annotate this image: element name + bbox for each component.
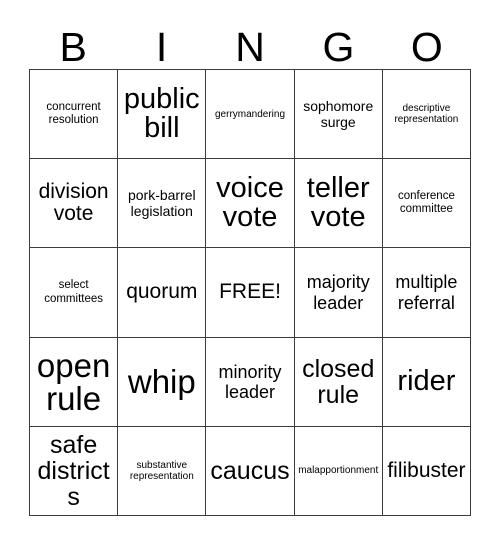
- bingo-cell-free[interactable]: FREE!: [206, 248, 295, 338]
- bingo-cell-label: majority leader: [306, 272, 370, 313]
- bingo-cell[interactable]: sophomore surge: [294, 70, 383, 160]
- bingo-cell[interactable]: open rule: [30, 337, 119, 427]
- bingo-cell[interactable]: minority leader: [206, 337, 295, 427]
- bingo-cell[interactable]: malapportionment: [294, 426, 383, 517]
- bingo-cell[interactable]: conference committee: [382, 159, 472, 249]
- bingo-cell-label: voice vote: [216, 171, 284, 234]
- bingo-cell[interactable]: majority leader: [294, 248, 383, 338]
- bingo-cell-label: malapportionment: [298, 465, 379, 477]
- bingo-cell[interactable]: gerrymandering: [206, 70, 295, 160]
- bingo-cell[interactable]: voice vote: [206, 159, 295, 249]
- bingo-cell[interactable]: select committees: [30, 248, 119, 338]
- bingo-cell[interactable]: teller vote: [294, 159, 383, 249]
- bingo-header: B I N G O: [29, 22, 471, 69]
- bingo-cell-label: whip: [127, 363, 196, 401]
- bingo-cell[interactable]: rider: [382, 337, 472, 427]
- bingo-cell-label: conference committee: [397, 190, 455, 216]
- bingo-cell[interactable]: closed rule: [294, 337, 383, 427]
- bingo-cell-label: safe districts: [37, 430, 110, 511]
- bingo-cell-label: FREE!: [219, 280, 281, 304]
- bingo-cell-label: caucus: [210, 456, 290, 485]
- bingo-cell[interactable]: public bill: [118, 70, 207, 160]
- bingo-cell[interactable]: descriptive representation: [382, 70, 472, 160]
- bingo-cell[interactable]: pork-barrel legislation: [118, 159, 207, 249]
- bingo-cell[interactable]: whip: [118, 337, 207, 427]
- bingo-card: B I N G O concurrent resolution public b…: [0, 0, 500, 544]
- bingo-grid: concurrent resolution public bill gerrym…: [29, 69, 472, 517]
- bingo-cell-label: rider: [397, 364, 456, 397]
- bingo-cell-label: quorum: [126, 280, 198, 304]
- bingo-row: concurrent resolution public bill gerrym…: [30, 70, 472, 160]
- bingo-cell-label: select committees: [44, 279, 103, 305]
- bingo-row: open rule whip minority leader closed ru…: [30, 337, 472, 427]
- bingo-row: division vote pork-barrel legislation vo…: [30, 159, 472, 249]
- bingo-cell[interactable]: substantive representation: [118, 426, 207, 517]
- bingo-cell-label: filibuster: [387, 458, 466, 482]
- bingo-cell-label: open rule: [36, 346, 111, 417]
- bingo-row: safe districts substantive representatio…: [30, 426, 472, 517]
- bingo-cell-label: minority leader: [218, 361, 282, 402]
- bingo-cell[interactable]: filibuster: [382, 426, 472, 517]
- bingo-cell[interactable]: quorum: [118, 248, 207, 338]
- bingo-cell[interactable]: safe districts: [30, 426, 119, 517]
- bingo-cell-label: sophomore surge: [303, 97, 374, 131]
- bingo-cell[interactable]: concurrent resolution: [30, 70, 119, 160]
- bingo-cell-label: closed rule: [302, 354, 375, 409]
- bingo-cell-label: multiple referral: [395, 272, 458, 313]
- header-letter-n: N: [235, 24, 265, 70]
- bingo-row: select committees quorum FREE! majority …: [30, 248, 472, 338]
- header-letter-b: B: [59, 24, 87, 70]
- bingo-cell-label: division vote: [38, 179, 109, 226]
- header-letter-g: G: [322, 24, 355, 70]
- bingo-cell-label: concurrent resolution: [46, 100, 101, 127]
- header-letter-i: I: [155, 24, 168, 70]
- bingo-cell-label: gerrymandering: [214, 108, 286, 120]
- bingo-cell-label: teller vote: [306, 171, 370, 234]
- bingo-cell-label: public bill: [123, 82, 200, 145]
- bingo-cell[interactable]: division vote: [30, 159, 119, 249]
- bingo-cell[interactable]: caucus: [206, 426, 295, 517]
- bingo-cell[interactable]: multiple referral: [382, 248, 472, 338]
- bingo-cell-label: substantive representation: [129, 459, 194, 482]
- bingo-cell-label: pork-barrel legislation: [127, 187, 196, 220]
- bingo-cell-label: descriptive representation: [394, 102, 459, 126]
- header-letter-o: O: [410, 24, 443, 70]
